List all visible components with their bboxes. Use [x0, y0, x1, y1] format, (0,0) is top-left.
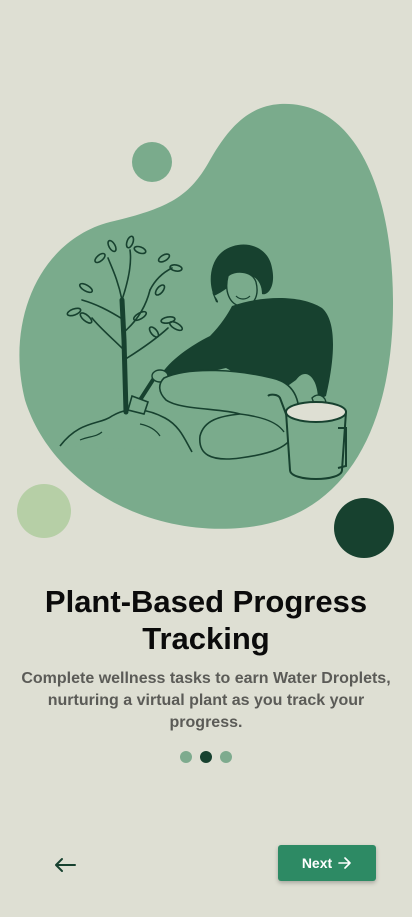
arrow-left-icon — [55, 858, 76, 872]
pagination-dot-1[interactable] — [180, 751, 192, 763]
small-circle-decoration — [132, 142, 172, 182]
light-circle-decoration — [17, 484, 71, 538]
arrow-right-icon — [338, 857, 351, 869]
gardening-illustration — [17, 103, 394, 558]
next-button[interactable]: Next — [278, 845, 376, 881]
onboarding-description: Complete wellness tasks to earn Water Dr… — [21, 670, 391, 731]
back-button[interactable] — [48, 848, 82, 882]
pagination-dot-2-active[interactable] — [200, 751, 212, 763]
onboarding-title: Plant-Based Progress Tracking — [0, 583, 412, 657]
dark-circle-decoration — [334, 498, 394, 558]
pagination-dot-3[interactable] — [220, 751, 232, 763]
pagination-dots — [0, 751, 412, 763]
title-line-1: Plant-Based Progress — [44, 584, 368, 619]
next-button-label: Next — [301, 855, 333, 871]
title-line-2: Tracking — [142, 621, 270, 656]
